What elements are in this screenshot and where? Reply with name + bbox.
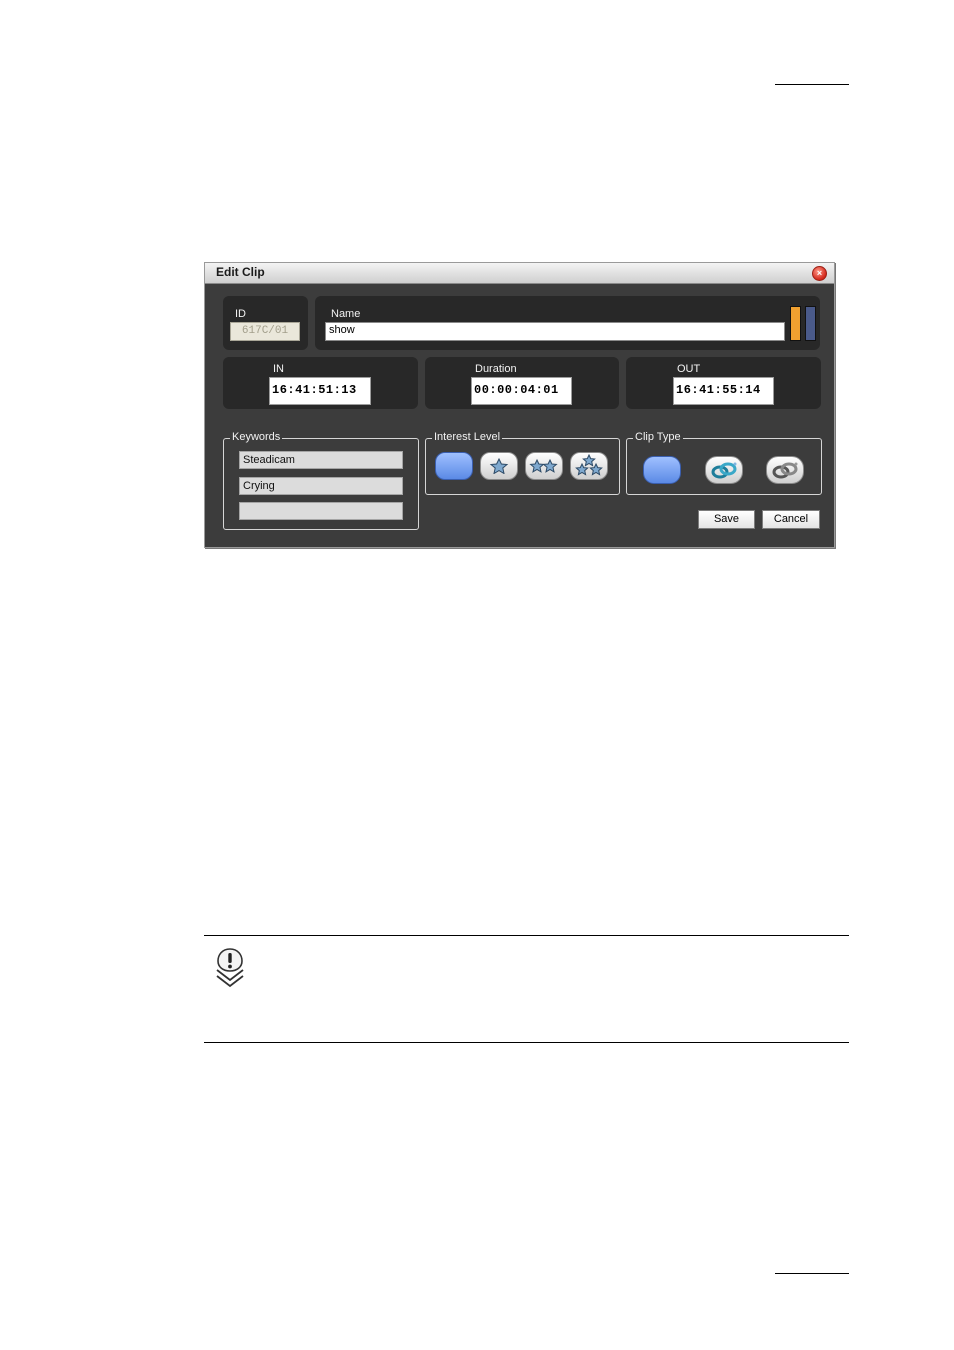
note-bottom-rule — [204, 1042, 849, 1043]
edit-clip-dialog: Edit Clip × ID 617C/01 Name show IN 16:4… — [204, 262, 835, 548]
dialog-titlebar[interactable]: Edit Clip × — [205, 263, 834, 284]
out-label: OUT — [677, 363, 701, 375]
interest-two-stars-button[interactable] — [525, 452, 563, 480]
clip-type-group: Clip Type — [626, 431, 822, 495]
id-field: 617C/01 — [230, 322, 300, 341]
two-stars-icon — [529, 458, 558, 473]
important-note-icon — [216, 948, 244, 988]
cancel-button[interactable]: Cancel — [762, 510, 820, 529]
keywords-legend: Keywords — [230, 431, 283, 443]
duration-panel: Duration 00:00:04:01 — [425, 357, 619, 409]
in-label: IN — [273, 363, 284, 375]
three-stars-icon — [575, 454, 603, 476]
color-swatch-blue[interactable] — [805, 306, 816, 341]
id-label: ID — [235, 308, 246, 320]
keyword-field-2[interactable]: Crying — [239, 477, 403, 495]
interest-none-button[interactable] — [435, 452, 473, 480]
color-swatch-orange[interactable] — [790, 306, 801, 341]
clip-type-legend: Clip Type — [633, 431, 683, 443]
dialog-title: Edit Clip — [216, 265, 265, 279]
interest-level-legend: Interest Level — [432, 431, 503, 443]
save-button[interactable]: Save — [698, 510, 755, 529]
keyword-field-3[interactable] — [239, 502, 403, 520]
interest-level-group: Interest Level — [425, 431, 620, 495]
one-star-icon — [489, 458, 509, 474]
out-panel: OUT 16:41:55:14 — [626, 357, 821, 409]
keyword-field-1[interactable]: Steadicam — [239, 451, 403, 469]
interest-three-stars-button[interactable] — [570, 452, 608, 480]
clip-type-color-link-button[interactable] — [705, 456, 743, 484]
name-label: Name — [331, 308, 361, 320]
in-timecode[interactable]: 16:41:51:13 — [269, 377, 371, 405]
in-panel: IN 16:41:51:13 — [223, 357, 418, 409]
clip-type-gray-link-button[interactable] — [766, 456, 804, 484]
out-timecode[interactable]: 16:41:55:14 — [673, 377, 774, 405]
duration-label: Duration — [475, 363, 517, 375]
bottom-rule — [775, 1273, 849, 1274]
color-link-icon — [711, 462, 737, 479]
gray-link-icon — [772, 462, 798, 479]
name-panel: Name show — [315, 296, 820, 350]
top-rule — [775, 84, 849, 85]
duration-timecode[interactable]: 00:00:04:01 — [471, 377, 572, 405]
keywords-group: Keywords Steadicam Crying — [223, 431, 419, 530]
name-input[interactable]: show — [325, 322, 785, 341]
note-top-rule — [204, 935, 849, 936]
close-icon[interactable]: × — [812, 266, 827, 281]
clip-type-none-button[interactable] — [643, 456, 681, 484]
interest-one-star-button[interactable] — [480, 452, 518, 480]
id-panel: ID 617C/01 — [223, 296, 308, 350]
